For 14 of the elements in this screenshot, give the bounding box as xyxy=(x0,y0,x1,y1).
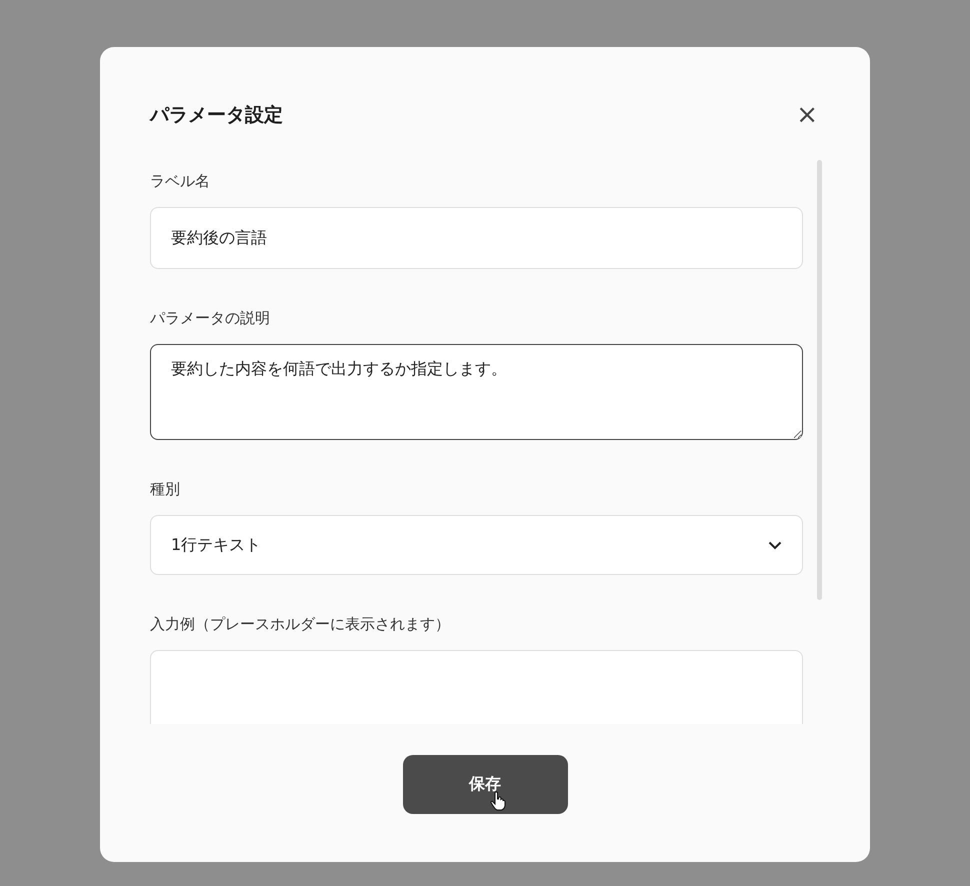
input-field[interactable]: 要約後の言語 xyxy=(150,207,803,269)
save-button[interactable]: 保存 xyxy=(402,755,568,814)
field-label: 種別 xyxy=(150,480,181,499)
textarea-field[interactable] xyxy=(150,650,803,724)
hand-cursor-icon xyxy=(490,791,506,811)
textarea-field[interactable]: 要約した内容を何語で出力するか指定します。 xyxy=(150,344,803,440)
field-label: 入力例（プレースホルダーに表示されます） xyxy=(150,615,451,634)
field-label: ラベル名 xyxy=(150,172,211,191)
dialog-title: パラメータ設定 xyxy=(150,103,283,128)
chevron-down-icon xyxy=(768,540,782,550)
close-button[interactable]: × xyxy=(794,102,820,128)
select-field[interactable]: 1行テキスト xyxy=(150,515,803,575)
scrollbar[interactable] xyxy=(817,160,822,600)
field-label: パラメータの説明 xyxy=(150,309,271,328)
